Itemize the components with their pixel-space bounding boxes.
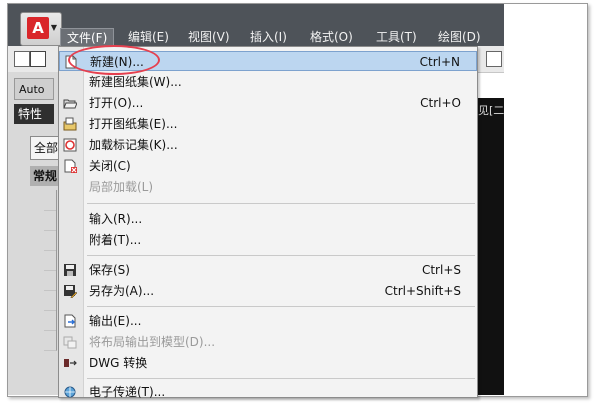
menu-item-label: DWG 转换 bbox=[89, 356, 148, 370]
menu-view[interactable]: 视图(V) bbox=[188, 28, 230, 46]
menu-item-label: 打开(O)... bbox=[89, 96, 144, 110]
property-row bbox=[44, 210, 57, 231]
viewport-label: 见[二 bbox=[478, 104, 505, 117]
menu-item-attach[interactable]: 附着(T)... bbox=[59, 230, 477, 250]
etransmit-icon bbox=[64, 386, 76, 398]
menu-item-open-sheetset[interactable]: 打开图纸集(E)... bbox=[59, 114, 477, 134]
menu-item-label: 局部加载(L) bbox=[89, 180, 154, 194]
menu-item-label: 关闭(C) bbox=[89, 159, 131, 173]
menu-item-save-as[interactable]: 另存为(A)... Ctrl+Shift+S bbox=[59, 281, 477, 301]
menu-item-label: 加载标记集(K)... bbox=[89, 138, 178, 152]
autocad-logo-icon: A bbox=[27, 17, 49, 39]
new-toolbar-icon[interactable] bbox=[14, 51, 30, 67]
menu-format[interactable]: 格式(O) bbox=[310, 28, 353, 46]
properties-title: 特性 bbox=[14, 104, 54, 124]
menu-item-open[interactable]: 打开(O)... Ctrl+O bbox=[59, 93, 477, 113]
annotation-highlight-oval bbox=[68, 45, 160, 75]
menu-item-export[interactable]: 输出(E)... bbox=[59, 311, 477, 331]
menu-draw[interactable]: 绘图(D) bbox=[438, 28, 481, 46]
menu-item-save[interactable]: 保存(S) Ctrl+S bbox=[59, 260, 477, 280]
menu-file[interactable]: 文件(F) bbox=[60, 28, 115, 47]
menubar: 文件(F) 编辑(E) 视图(V) 插入(I) 格式(O) 工具(T) 绘图(D… bbox=[58, 28, 504, 47]
menu-item-partial-load[interactable]: 局部加载(L) bbox=[59, 177, 477, 197]
markup-icon bbox=[63, 138, 77, 152]
save-icon bbox=[64, 264, 76, 276]
menu-item-label: 输出(E)... bbox=[89, 314, 142, 328]
menu-item-label: 另存为(A)... bbox=[89, 284, 155, 298]
open-toolbar-icon[interactable] bbox=[30, 51, 46, 67]
menu-separator bbox=[87, 378, 475, 379]
menu-edit[interactable]: 编辑(E) bbox=[128, 28, 169, 46]
property-row bbox=[44, 230, 57, 251]
menu-separator bbox=[87, 306, 475, 307]
menu-item-shortcut: Ctrl+Shift+S bbox=[384, 284, 461, 298]
property-row bbox=[44, 250, 57, 271]
menu-tools[interactable]: 工具(T) bbox=[376, 28, 417, 46]
menu-item-shortcut: Ctrl+O bbox=[420, 96, 461, 110]
menu-item-shortcut: Ctrl+N bbox=[419, 55, 460, 69]
save-as-icon bbox=[64, 285, 77, 298]
menu-item-etransmit[interactable]: 电子传递(T)... bbox=[59, 382, 477, 402]
menu-item-label: 将布局输出到模型(D)... bbox=[89, 335, 216, 349]
properties-toolbar-icon[interactable] bbox=[486, 51, 502, 67]
open-folder-icon bbox=[63, 99, 77, 109]
menu-insert[interactable]: 插入(I) bbox=[250, 28, 287, 46]
menu-item-label: 电子传递(T)... bbox=[89, 385, 166, 399]
menu-item-shortcut: Ctrl+S bbox=[421, 263, 461, 277]
dwg-convert-icon bbox=[64, 359, 77, 367]
property-row bbox=[44, 190, 57, 211]
open-sheetset-icon bbox=[63, 117, 77, 131]
autocad-tab[interactable]: Auto bbox=[14, 78, 54, 100]
menu-item-import[interactable]: 输入(R)... bbox=[59, 209, 477, 229]
menu-item-close[interactable]: 关闭(C) bbox=[59, 156, 477, 176]
layout-export-icon bbox=[63, 336, 77, 349]
chevron-down-icon: ▼ bbox=[50, 23, 57, 32]
property-row bbox=[44, 270, 57, 291]
menu-item-label: 附着(T)... bbox=[89, 233, 142, 247]
menu-item-load-markup[interactable]: 加载标记集(K)... bbox=[59, 135, 477, 155]
general-section-header[interactable]: 常规 bbox=[30, 166, 60, 186]
menu-separator bbox=[87, 255, 475, 256]
drawing-canvas[interactable] bbox=[477, 98, 504, 395]
menu-item-label: 打开图纸集(E)... bbox=[89, 117, 178, 131]
menu-item-label: 输入(R)... bbox=[89, 212, 143, 226]
property-row bbox=[44, 330, 57, 351]
application-menu-button[interactable]: A ▼ bbox=[20, 12, 62, 46]
menu-item-export-layout-to-model[interactable]: 将布局输出到模型(D)... bbox=[59, 332, 477, 352]
export-icon bbox=[64, 314, 76, 328]
property-row bbox=[44, 310, 57, 331]
menu-separator bbox=[87, 203, 475, 204]
close-doc-icon bbox=[64, 159, 77, 173]
property-row bbox=[44, 290, 57, 311]
menu-item-dwg-convert[interactable]: DWG 转换 bbox=[59, 353, 477, 373]
menu-item-label: 保存(S) bbox=[89, 263, 130, 277]
menu-item-label: 新建图纸集(W)... bbox=[89, 75, 182, 89]
file-menu-dropdown: 新建(N)... Ctrl+N 新建图纸集(W)... 打开(O)... Ctr… bbox=[58, 46, 478, 399]
menu-item-new-sheetset[interactable]: 新建图纸集(W)... bbox=[59, 72, 477, 92]
